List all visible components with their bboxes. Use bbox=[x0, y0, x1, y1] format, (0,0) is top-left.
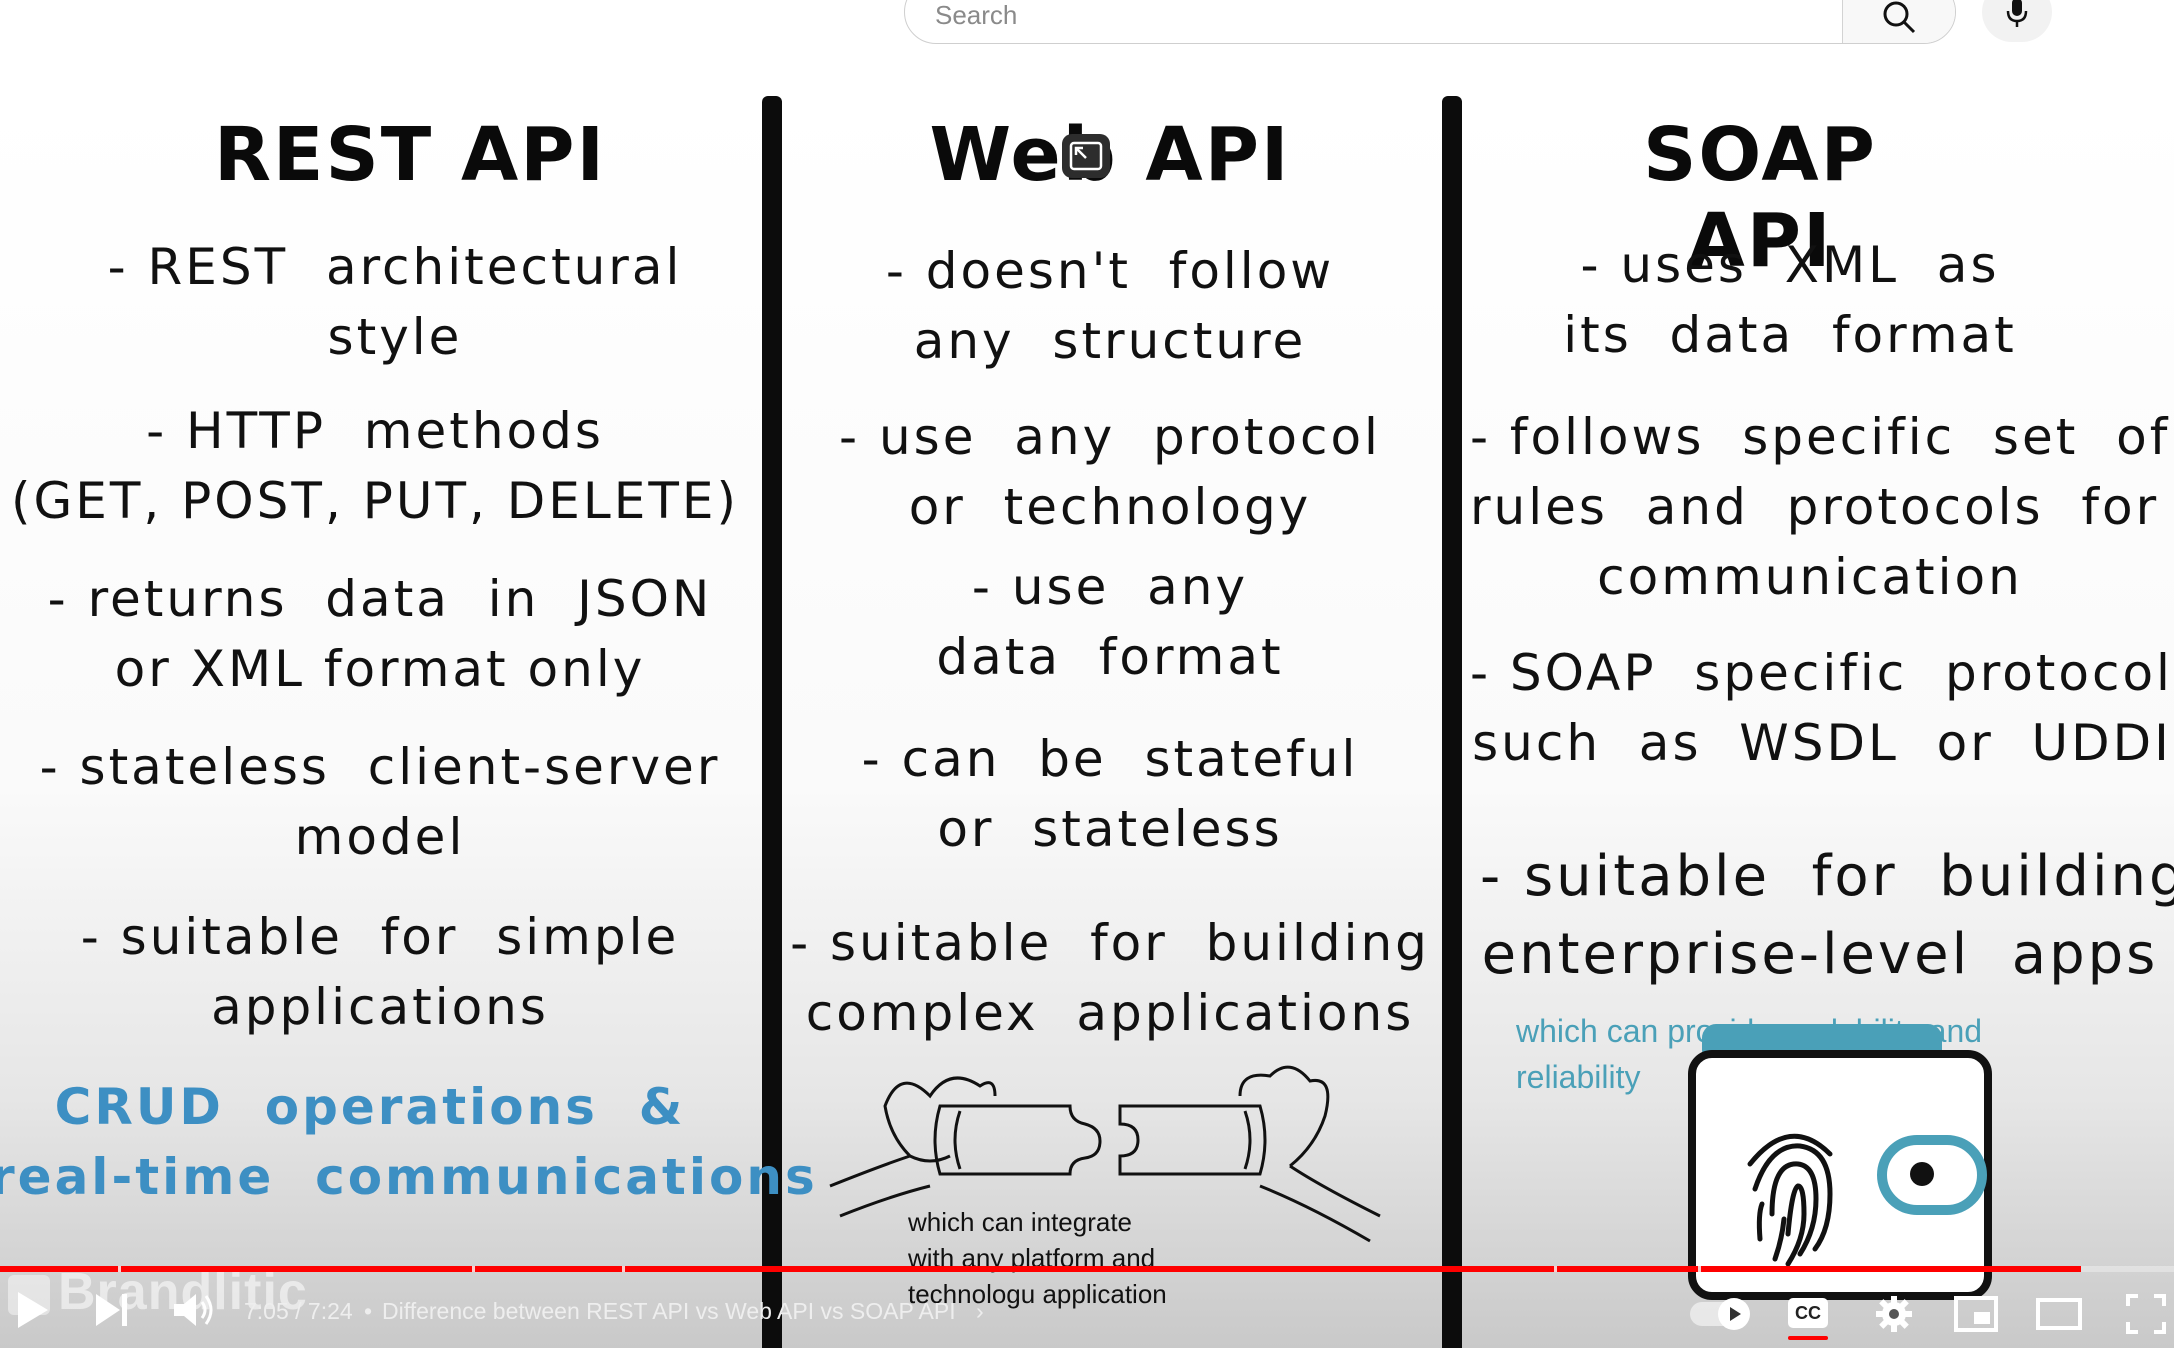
column-divider bbox=[1442, 96, 1462, 1348]
web-api-title: Web API bbox=[929, 112, 1291, 198]
chapter-marker bbox=[1554, 1266, 1557, 1272]
voice-search-button[interactable] bbox=[1982, 0, 2052, 42]
picture-in-picture-icon[interactable] bbox=[1062, 134, 1110, 178]
search-input[interactable] bbox=[933, 0, 1817, 33]
chapter-marker bbox=[622, 1266, 625, 1272]
web-point-2: - use any protocol or technology bbox=[839, 408, 1381, 536]
chapter-marker bbox=[118, 1266, 121, 1272]
chevron-right-icon: › bbox=[975, 1298, 984, 1324]
soap-point-2: - follows specific set of rules and prot… bbox=[1470, 408, 2171, 606]
microphone-icon bbox=[2006, 0, 2028, 27]
volume-icon[interactable] bbox=[172, 1290, 216, 1330]
web-point-3: - use any data format bbox=[936, 558, 1284, 686]
rest-point-1: - REST architectural style bbox=[107, 238, 683, 366]
separator-dot: • bbox=[364, 1298, 373, 1324]
autoplay-toggle[interactable] bbox=[1690, 1298, 1750, 1330]
soap-point-3: - SOAP specific protocol, such as WSDL o… bbox=[1470, 644, 2174, 772]
rest-point-5: - suitable for simple applications bbox=[80, 908, 680, 1036]
chapter-marker bbox=[1698, 1266, 1701, 1272]
rest-point-3: - returns data in JSON or XML format onl… bbox=[47, 570, 713, 698]
cc-icon: CC bbox=[1795, 1303, 1821, 1323]
chapter-marker bbox=[472, 1266, 475, 1272]
video-frame[interactable]: REST API - REST architectural style - HT… bbox=[0, 96, 2174, 1348]
soap-point-4: - suitable for building enterprise-level… bbox=[1480, 844, 2174, 987]
web-point-4: - can be stateful or stateless bbox=[861, 730, 1359, 858]
subtitles-active-indicator bbox=[1788, 1336, 1828, 1340]
search-icon bbox=[1883, 1, 1916, 34]
autoplay-play-icon bbox=[1730, 1307, 1741, 1321]
time-display: 7:05 / 7:24 bbox=[244, 1298, 353, 1324]
search-box bbox=[904, 0, 1956, 44]
chapter-title-text: Difference between REST API vs Web API v… bbox=[382, 1298, 956, 1324]
miniplayer-icon[interactable] bbox=[1954, 1296, 1998, 1332]
soap-point-1: - uses XML as its data format bbox=[1563, 236, 2017, 364]
next-icon[interactable] bbox=[92, 1290, 132, 1330]
play-icon[interactable] bbox=[12, 1290, 52, 1330]
web-point-1: - doesn't follow any structure bbox=[885, 242, 1335, 370]
rest-api-title: REST API bbox=[213, 112, 607, 198]
progress-fill bbox=[0, 1266, 2081, 1272]
rest-point-4: - stateless client-server model bbox=[39, 738, 721, 866]
search-button[interactable] bbox=[1842, 0, 1955, 43]
rest-highlight: CRUD operations & real-time communicatio… bbox=[0, 1078, 818, 1206]
web-point-5: - suitable for building complex applicat… bbox=[790, 914, 1430, 1042]
fullscreen-icon[interactable] bbox=[2126, 1294, 2166, 1334]
settings-icon[interactable] bbox=[1874, 1294, 1914, 1334]
theater-mode-icon[interactable] bbox=[2036, 1298, 2082, 1330]
chapter-title[interactable]: Difference between REST API vs Web API v… bbox=[382, 1298, 984, 1325]
progress-bar[interactable] bbox=[0, 1266, 2174, 1272]
rest-point-2: - HTTP methods (GET, POST, PUT, DELETE) bbox=[10, 402, 739, 530]
soap-note: which can provide scalability and reliab… bbox=[1516, 1013, 1983, 1095]
autoplay-knob bbox=[1718, 1298, 1750, 1330]
subtitles-button[interactable]: CC bbox=[1788, 1298, 1828, 1340]
